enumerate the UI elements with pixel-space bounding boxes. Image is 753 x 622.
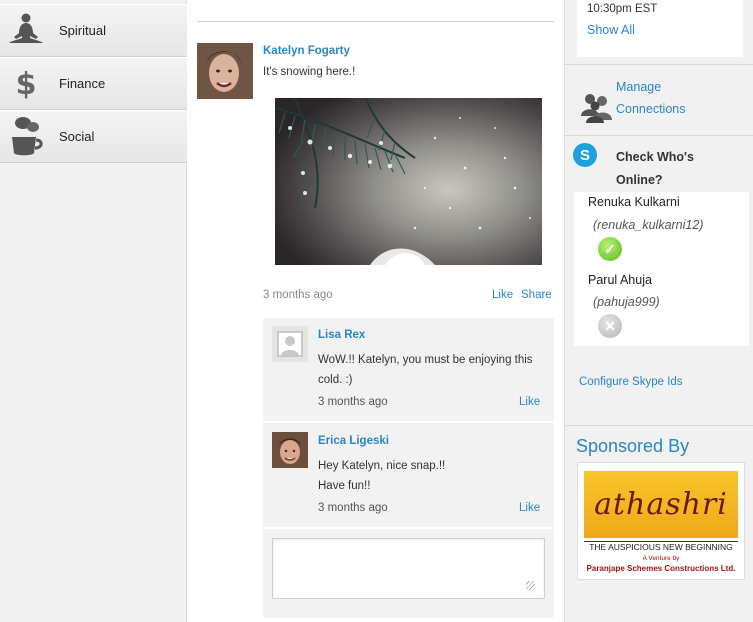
post-like-link[interactable]: Like	[492, 289, 513, 301]
people-group-icon[interactable]	[579, 90, 615, 124]
skype-section-title: Check Who's Online?	[616, 150, 694, 187]
online-status-icon: ✓	[598, 237, 622, 261]
configure-skype-link[interactable]: Configure Skype Ids	[579, 376, 683, 388]
online-users-list: Renuka Kulkarni (renuka_kulkarni12) ✓ Pa…	[574, 192, 749, 346]
events-box: 10:30pm EST Show All	[577, 0, 743, 57]
commenter-avatar[interactable]	[272, 432, 308, 468]
sponsor-logo: athashri	[584, 471, 738, 538]
offline-status-icon: ✕	[598, 314, 622, 338]
post-text: It's snowing here.!	[263, 66, 356, 78]
sponsor-venture-line: A Venture by	[642, 555, 680, 562]
comment-text-line: Hey Katelyn, nice snap.!!	[318, 460, 446, 472]
post-timestamp: 3 months ago	[263, 289, 333, 301]
comment-timestamp: 3 months ago	[318, 502, 388, 514]
default-avatar-icon[interactable]	[272, 326, 308, 362]
user-name: Parul Ahuja	[588, 273, 652, 287]
comment-author-link[interactable]: Lisa Rex	[318, 329, 365, 341]
show-all-link[interactable]: Show All	[587, 23, 635, 37]
comment-text: Hey Katelyn, nice snap.!! Have fun!!	[318, 456, 548, 496]
svg-text:$: $	[16, 67, 37, 102]
sidebar-item-label: Finance	[59, 76, 106, 91]
comment-input[interactable]	[272, 538, 545, 599]
sidebar-item-label: Social	[59, 129, 95, 144]
resize-grip-icon[interactable]	[526, 581, 535, 590]
user-handle[interactable]: (pahuja999)	[593, 295, 660, 309]
sidebar-item-social[interactable]: Social	[0, 110, 187, 163]
comment-item: Erica Ligeski Hey Katelyn, nice snap.!! …	[263, 424, 554, 529]
dollar-icon: $	[0, 58, 52, 110]
comment-like-link[interactable]: Like	[519, 396, 540, 408]
right-column: 10:30pm EST Show All Manage Connections …	[564, 0, 753, 622]
comment-text: WoW.!! Katelyn, you must be enjoying thi…	[318, 354, 533, 386]
skype-icon: S	[573, 143, 597, 167]
sponsor-tagline: THE AUSPICIOUS NEW BEGINNING	[589, 542, 733, 552]
left-sidebar: Spiritual $ Finance Social	[0, 0, 187, 622]
author-avatar[interactable]	[197, 43, 253, 99]
sidebar-item-spiritual[interactable]: Spiritual	[0, 4, 187, 57]
post-author-link[interactable]: Katelyn Fogarty	[263, 45, 350, 57]
comment-author-link[interactable]: Erica Ligeski	[318, 435, 389, 447]
user-name: Renuka Kulkarni	[588, 195, 680, 209]
sidebar-item-finance[interactable]: $ Finance	[0, 57, 187, 110]
manage-connections-link[interactable]: Manage Connections	[616, 76, 706, 120]
divider	[565, 425, 753, 426]
sponsor-company: Paranjape Schemes Constructions Ltd.	[586, 564, 736, 573]
divider	[565, 64, 753, 65]
comment-timestamp: 3 months ago	[318, 396, 388, 408]
comment-text-line: Have fun!!	[318, 480, 371, 492]
coffee-chat-icon	[0, 111, 52, 163]
divider	[197, 21, 554, 22]
post-share-link[interactable]: Share	[521, 289, 552, 301]
comment-item: Lisa Rex WoW.!! Katelyn, you must be enj…	[263, 318, 554, 423]
activity-feed: Katelyn Fogarty It's snowing here.! 3 mo…	[197, 0, 554, 622]
post-photo-snowy-branch[interactable]	[275, 98, 542, 265]
user-handle[interactable]: (renuka_kulkarni12)	[593, 218, 703, 232]
comments-section: Lisa Rex WoW.!! Katelyn, you must be enj…	[263, 318, 554, 618]
divider	[565, 135, 753, 136]
sponsored-heading: Sponsored By	[576, 436, 690, 456]
sponsor-ad-banner[interactable]: athashri THE AUSPICIOUS NEW BEGINNING A …	[577, 462, 745, 580]
meditation-icon	[0, 5, 52, 57]
sidebar-item-label: Spiritual	[59, 23, 106, 38]
comment-like-link[interactable]: Like	[519, 502, 540, 514]
event-time: 10:30pm EST	[587, 3, 658, 15]
